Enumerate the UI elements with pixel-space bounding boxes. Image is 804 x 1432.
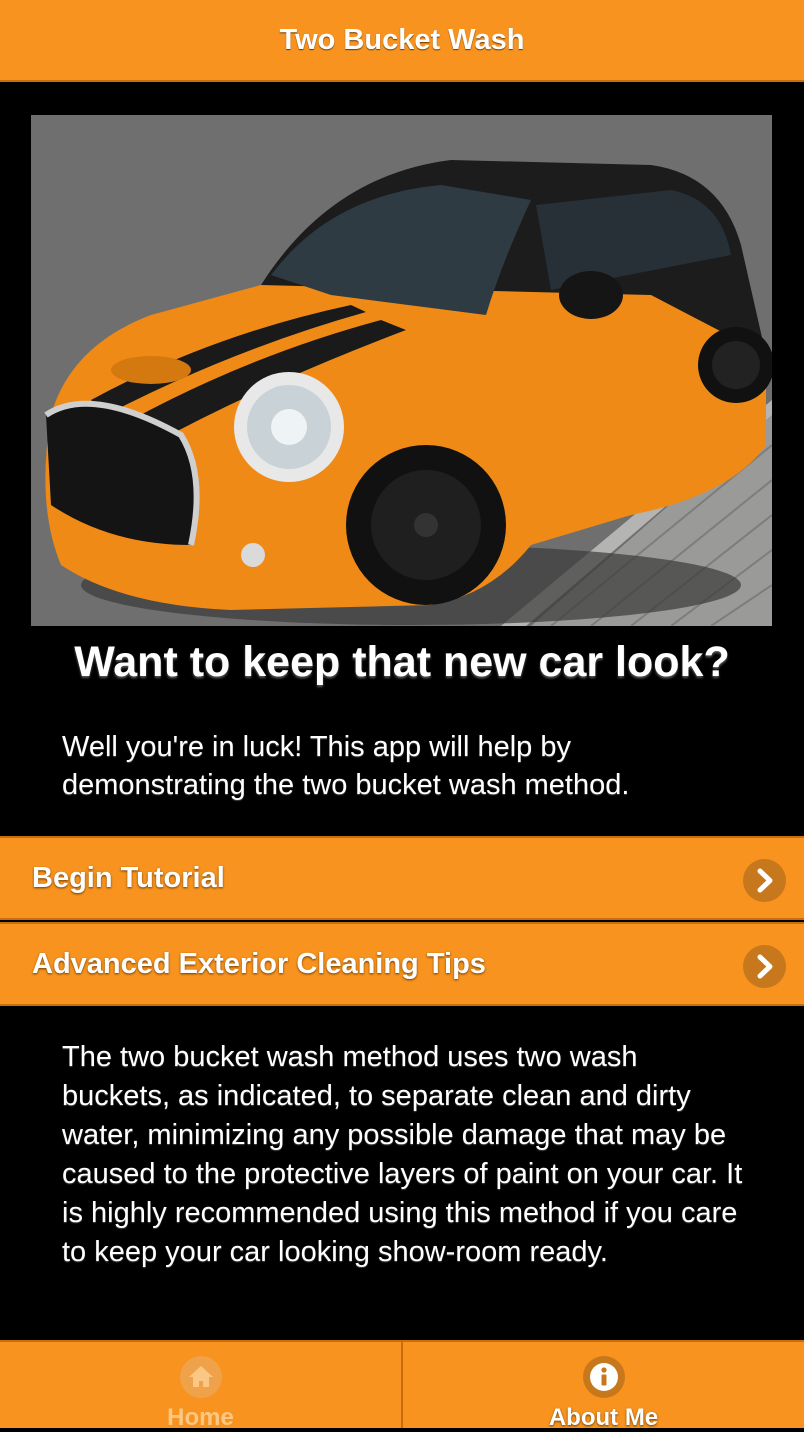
tab-bar: Home About Me xyxy=(0,1340,804,1431)
app-header: Two Bucket Wash xyxy=(0,0,804,82)
hero-image xyxy=(31,115,772,626)
chevron-right-icon xyxy=(743,859,786,902)
menu-item-advanced-tips[interactable]: Advanced Exterior Cleaning Tips xyxy=(0,922,804,1006)
description-text: The two bucket wash method uses two wash… xyxy=(62,1041,743,1268)
chevron-right-icon xyxy=(743,945,786,988)
intro-text: Well you're in luck! This app will help … xyxy=(62,731,630,801)
menu-item-label: Begin Tutorial xyxy=(32,862,225,894)
tab-home[interactable]: Home xyxy=(0,1342,401,1431)
tab-about-me[interactable]: About Me xyxy=(401,1342,804,1431)
page-title: Two Bucket Wash xyxy=(279,23,525,56)
menu-item-label: Advanced Exterior Cleaning Tips xyxy=(32,948,486,980)
info-icon xyxy=(582,1356,625,1398)
menu-item-begin-tutorial[interactable]: Begin Tutorial xyxy=(0,836,804,920)
home-icon xyxy=(179,1356,222,1398)
headline: Want to keep that new car look? xyxy=(74,638,730,686)
